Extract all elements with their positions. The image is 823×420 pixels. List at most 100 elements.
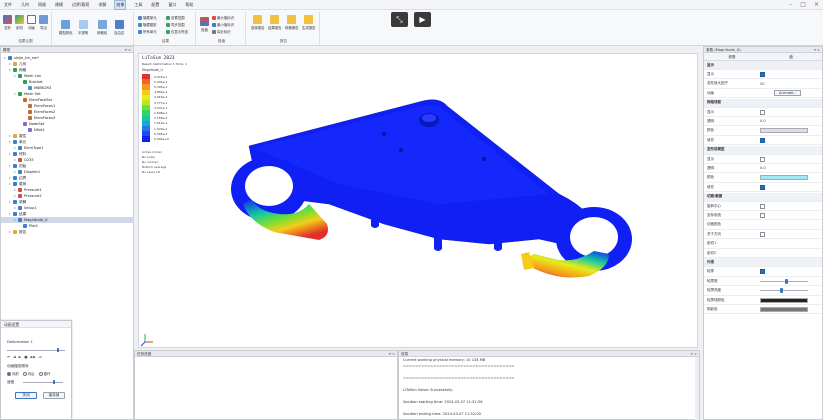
- set-range-button[interactable]: 设置范围: [166, 15, 185, 20]
- tree-expand-icon[interactable]: ▾: [9, 176, 12, 180]
- extrema-button[interactable]: 极值: [200, 17, 209, 32]
- translucent-button[interactable]: 半透明: [78, 20, 88, 35]
- color-swatch[interactable]: [760, 306, 808, 312]
- property-checkbox[interactable]: [760, 156, 765, 162]
- model-shade-button[interactable]: 模型着色: [59, 20, 73, 35]
- output-scrollbar[interactable]: [695, 357, 699, 420]
- tree-expand-icon[interactable]: ▾: [4, 56, 7, 60]
- menu-item[interactable]: 网格: [37, 1, 47, 9]
- radio-button[interactable]: [22, 371, 27, 376]
- tree-item[interactable]: ▾ 报告: [1, 229, 134, 235]
- tree-expand-icon[interactable]: ▾: [9, 140, 12, 144]
- frame-slider[interactable]: [7, 348, 65, 352]
- menu-item[interactable]: 窗口: [167, 1, 177, 9]
- tree-expand-icon[interactable]: ▾: [9, 68, 12, 72]
- menu-item[interactable]: 求解: [97, 1, 107, 9]
- property-checkbox[interactable]: [760, 184, 765, 190]
- tree-expand-icon[interactable]: ▾: [14, 206, 17, 210]
- property-checkbox[interactable]: [760, 109, 765, 115]
- color-swatch[interactable]: [760, 175, 808, 181]
- property-checkbox[interactable]: [760, 137, 765, 143]
- panel-close-icon[interactable]: ▾ ×: [389, 351, 395, 357]
- probe-marker-button[interactable]: 探针标识: [212, 29, 231, 34]
- property-checkbox[interactable]: [760, 71, 765, 77]
- tree-expand-icon[interactable]: ▾: [9, 164, 12, 168]
- generate-report-button[interactable]: 生成报告: [302, 15, 316, 30]
- slider-thumb[interactable]: [784, 278, 788, 284]
- property-checkbox[interactable]: [760, 269, 765, 275]
- tree-expand-icon[interactable]: ▾: [9, 62, 12, 66]
- close-icon[interactable]: ×: [814, 1, 819, 8]
- radio-button[interactable]: [38, 371, 43, 376]
- property-text[interactable]: 0.0: [760, 119, 766, 123]
- close-button[interactable]: 关闭: [15, 392, 37, 399]
- tree-expand-icon[interactable]: ▾: [9, 200, 12, 204]
- menu-item[interactable]: 几何: [20, 1, 30, 9]
- slider-thumb[interactable]: [780, 288, 784, 294]
- section-button[interactable]: 剖切: [15, 15, 24, 30]
- menu-item[interactable]: 边界/载荷: [71, 1, 90, 9]
- tree-expand-icon[interactable]: ▾: [14, 158, 17, 162]
- tree-expand-icon[interactable]: ▾: [9, 182, 12, 186]
- stop-icon[interactable]: ■: [24, 355, 27, 359]
- tree-expand-icon[interactable]: ▾: [14, 170, 17, 174]
- property-text[interactable]: 20: [760, 82, 764, 86]
- tree-expand-icon[interactable]: ▾: [9, 134, 12, 138]
- minimize-icon[interactable]: –: [789, 1, 792, 8]
- frame-slider-thumb[interactable]: [57, 348, 60, 352]
- menu-item[interactable]: 帮助: [184, 1, 194, 9]
- last-frame-icon[interactable]: ⏭: [39, 355, 42, 359]
- next-frame-icon[interactable]: ▶▶: [31, 355, 36, 359]
- maximize-icon[interactable]: □: [800, 1, 806, 8]
- property-slider[interactable]: [760, 278, 808, 284]
- play-icon[interactable]: ▶: [19, 355, 22, 359]
- prev-frame-icon[interactable]: ◀: [13, 355, 16, 359]
- animate-button[interactable]: 动画: [27, 15, 36, 30]
- first-frame-icon[interactable]: ⏮: [7, 355, 10, 359]
- radio-button[interactable]: [7, 371, 11, 376]
- tree-expand-icon[interactable]: ▾: [14, 92, 17, 96]
- sync-range-button[interactable]: 同步范围: [166, 22, 185, 27]
- mesh-lines-button[interactable]: 网格线: [97, 20, 107, 35]
- menu-item[interactable]: 配置: [150, 1, 160, 9]
- property-checkbox[interactable]: [760, 212, 765, 218]
- tree-expand-icon[interactable]: ▾: [14, 146, 17, 150]
- speed-slider[interactable]: [23, 380, 63, 384]
- tree-expand-icon[interactable]: ▾: [14, 188, 17, 192]
- video-icon[interactable]: ▶: [414, 12, 431, 27]
- animation-mode-option[interactable]: 循环: [38, 371, 50, 376]
- mesh-report-button[interactable]: 网格报告: [285, 15, 299, 30]
- fullscreen-exit-icon[interactable]: ⤡: [391, 12, 408, 27]
- animation-mode-option[interactable]: 向后: [22, 371, 35, 376]
- min-marker-button[interactable]: 最小值标识: [212, 22, 234, 27]
- animate-button[interactable]: Animate...: [774, 90, 802, 97]
- 3d-viewport[interactable]: LiToSim 2023 Result: Deformation 1 Time:…: [138, 53, 698, 348]
- property-text[interactable]: 0.0: [760, 166, 766, 170]
- free-edge-button[interactable]: 自由边: [114, 20, 124, 35]
- max-marker-button[interactable]: 最大值标识: [212, 15, 234, 20]
- animation-mode-option[interactable]: 向前: [7, 371, 19, 376]
- result-report-button[interactable]: 结果报告: [268, 15, 282, 30]
- hide-elements-button[interactable]: 隐藏单元: [138, 15, 157, 20]
- color-swatch[interactable]: [760, 297, 808, 303]
- property-checkbox[interactable]: [760, 231, 765, 237]
- menu-item[interactable]: 工具: [133, 1, 143, 9]
- show-selected-button[interactable]: 仅显示所选: [166, 29, 188, 34]
- property-slider[interactable]: [760, 288, 808, 294]
- menu-item[interactable]: 结果: [114, 0, 127, 10]
- tree-expand-icon[interactable]: ▾: [9, 152, 12, 156]
- export-button[interactable]: 导出: [39, 15, 48, 30]
- property-checkbox[interactable]: [760, 203, 765, 209]
- tree-expand-icon[interactable]: ▾: [9, 212, 12, 216]
- menu-item[interactable]: 建模: [54, 1, 64, 9]
- all-elements-button[interactable]: 所有单元: [138, 29, 157, 34]
- deform-button[interactable]: 变形: [3, 15, 12, 30]
- hide-model-button[interactable]: 隐藏模型: [138, 22, 157, 27]
- tree-expand-icon[interactable]: ▾: [14, 218, 17, 222]
- speed-slider-thumb[interactable]: [53, 380, 56, 384]
- tree-expand-icon[interactable]: ▾: [9, 230, 12, 234]
- tree-expand-icon[interactable]: ▾: [14, 194, 17, 198]
- tree-expand-icon[interactable]: ▾: [14, 74, 17, 78]
- color-swatch[interactable]: [760, 128, 808, 134]
- select-report-button[interactable]: 选择报告: [251, 15, 265, 30]
